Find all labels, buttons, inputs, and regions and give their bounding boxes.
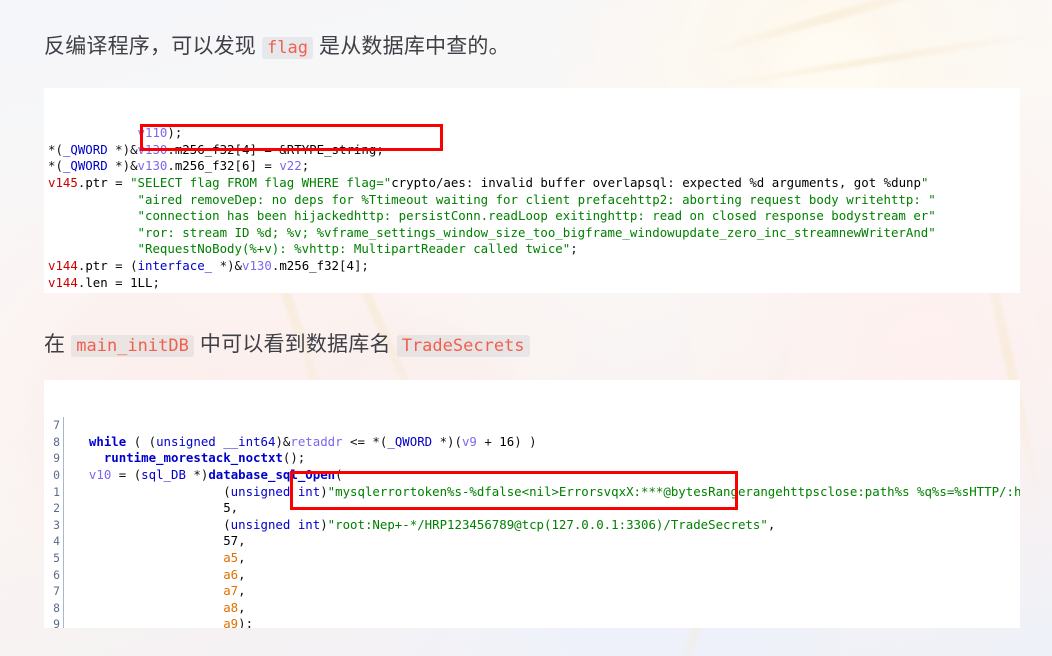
code-text: 57, — [223, 533, 246, 549]
code-text: while ( (unsigned __int64)&retaddr <= *(… — [88, 433, 537, 449]
code-text: *(_QWORD *)&v130.m256_f32[6] = v22; — [48, 158, 310, 174]
code-lines: 78 while ( (unsigned __int64)&retaddr <=… — [44, 417, 1020, 628]
line-number: 7 — [46, 417, 64, 434]
page-root: 反编译程序，可以发现 flag 是从数据库中查的。 v110); *(_QWORD… — [0, 0, 1052, 656]
code-text: "RequestNoBody(%+v): %vhttp: MultipartRe… — [137, 241, 578, 257]
line-number: 9 — [46, 450, 64, 467]
paragraph-text: 中可以看到数据库名 — [193, 333, 397, 356]
code-text: v110); — [137, 125, 183, 141]
code-text: v144.ptr = (interface_ *)&v130.m256_f32[… — [48, 257, 369, 273]
line-number: 4 — [46, 533, 64, 550]
code-line: "ror: stream ID %d; %v; %vframe_settings… — [44, 225, 1020, 242]
code-line: 3 (unsigned int)"root:Nep+-*/HRP12345678… — [44, 516, 1020, 534]
background-streak — [694, 0, 986, 61]
code-line: v145.ptr = "SELECT flag FROM flag WHERE … — [44, 175, 1020, 192]
code-line: 7 a7, — [44, 583, 1020, 600]
para-decompile-flag: 反编译程序，可以发现 flag 是从数据库中查的。 — [44, 31, 510, 63]
line-number: 2 — [46, 500, 64, 517]
code-text: v145.ptr = "SELECT flag FROM flag WHERE … — [48, 174, 929, 190]
code-block-decompiled-query: v110); *(_QWORD *)&v130.m256_f32[4] = &RT… — [44, 88, 1020, 293]
code-text: 5, — [223, 500, 239, 516]
code-text: "ror: stream ID %d; %v; %vframe_settings… — [137, 224, 936, 240]
code-line: 6 a6, — [44, 566, 1020, 584]
code-line: v110); — [44, 125, 1020, 142]
paragraph-text: 在 — [44, 333, 72, 356]
code-line: "aired removeDep: no deps for %Ttimeout … — [44, 192, 1020, 209]
inline-code: flag — [262, 37, 313, 59]
inline-code: main_initDB — [71, 335, 194, 357]
code-line: 8 a8, — [44, 599, 1020, 617]
code-text: a5, — [223, 549, 246, 565]
code-line: 1 (unsigned int)"mysqlerrortoken%s-%dfal… — [44, 483, 1020, 501]
code-line: 8 while ( (unsigned __int64)&retaddr <= … — [44, 433, 1020, 451]
line-number: 3 — [46, 516, 64, 534]
code-text: v144.cap = 1LL; — [44, 291, 1020, 293]
line-number: 5 — [46, 549, 64, 567]
code-line: 4 57, — [44, 533, 1020, 550]
code-line: v144.cap = 1LL; — [44, 291, 1020, 293]
code-text: a6, — [223, 566, 246, 582]
code-line: *(_QWORD *)&v130.m256_f32[4] = &RTYPE_st… — [44, 142, 1020, 159]
paragraph-text: 反编译程序，可以发现 — [44, 35, 263, 58]
code-line: 9 a9); — [44, 616, 1020, 628]
code-lines: v110); *(_QWORD *)&v130.m256_f32[4] = &RT… — [44, 125, 1020, 293]
line-number: 8 — [46, 599, 64, 617]
code-text: a9); — [223, 616, 254, 628]
line-number: 0 — [46, 466, 64, 484]
inline-code: TradeSecrets — [396, 335, 530, 357]
code-block-main-initdb: 78 while ( (unsigned __int64)&retaddr <=… — [44, 380, 1020, 628]
para-initdb-dbname: 在 main_initDB 中可以看到数据库名 TradeSecrets — [44, 329, 530, 361]
code-text: runtime_morestack_noctxt(); — [103, 450, 306, 466]
code-text: (unsigned int)"root:Nep+-*/HRP123456789@… — [74, 516, 776, 532]
code-line: v144.len = 1LL; — [44, 275, 1020, 292]
code-line: *(_QWORD *)&v130.m256_f32[6] = v22; — [44, 158, 1020, 175]
code-text: "aired removeDep: no deps for %Ttimeout … — [137, 191, 936, 207]
code-line: "RequestNoBody(%+v): %vhttp: MultipartRe… — [44, 241, 1020, 258]
line-number: 8 — [46, 433, 64, 451]
background-streak — [701, 27, 1052, 92]
line-number: 1 — [46, 483, 64, 501]
code-text: (unsigned int)"mysqlerrortoken%s-%dfalse… — [74, 483, 1020, 499]
line-number: 6 — [46, 566, 64, 584]
line-number: 7 — [46, 583, 64, 600]
code-line: 9 runtime_morestack_noctxt(); — [44, 450, 1020, 467]
paragraph-text: 是从数据库中查的。 — [313, 35, 510, 58]
code-line: 7 — [44, 417, 1020, 434]
code-text: v144.len = 1LL; — [48, 274, 160, 290]
code-line: 2 5, — [44, 500, 1020, 517]
code-line: 5 a5, — [44, 549, 1020, 567]
code-text: *(_QWORD *)&v130.m256_f32[4] = &RTYPE_st… — [48, 141, 384, 157]
code-line: 0 v10 = (sql_DB *)database_sql_Open( — [44, 466, 1020, 484]
code-line: "connection has been hijackedhttp: persi… — [44, 208, 1020, 225]
code-text: a8, — [223, 599, 246, 615]
code-line: v144.ptr = (interface_ *)&v130.m256_f32[… — [44, 258, 1020, 275]
code-text: "connection has been hijackedhttp: persi… — [137, 208, 936, 224]
line-number: 9 — [46, 616, 64, 628]
code-text: v10 = (sql_DB *)database_sql_Open( — [88, 466, 343, 482]
code-text: a7, — [223, 583, 246, 599]
